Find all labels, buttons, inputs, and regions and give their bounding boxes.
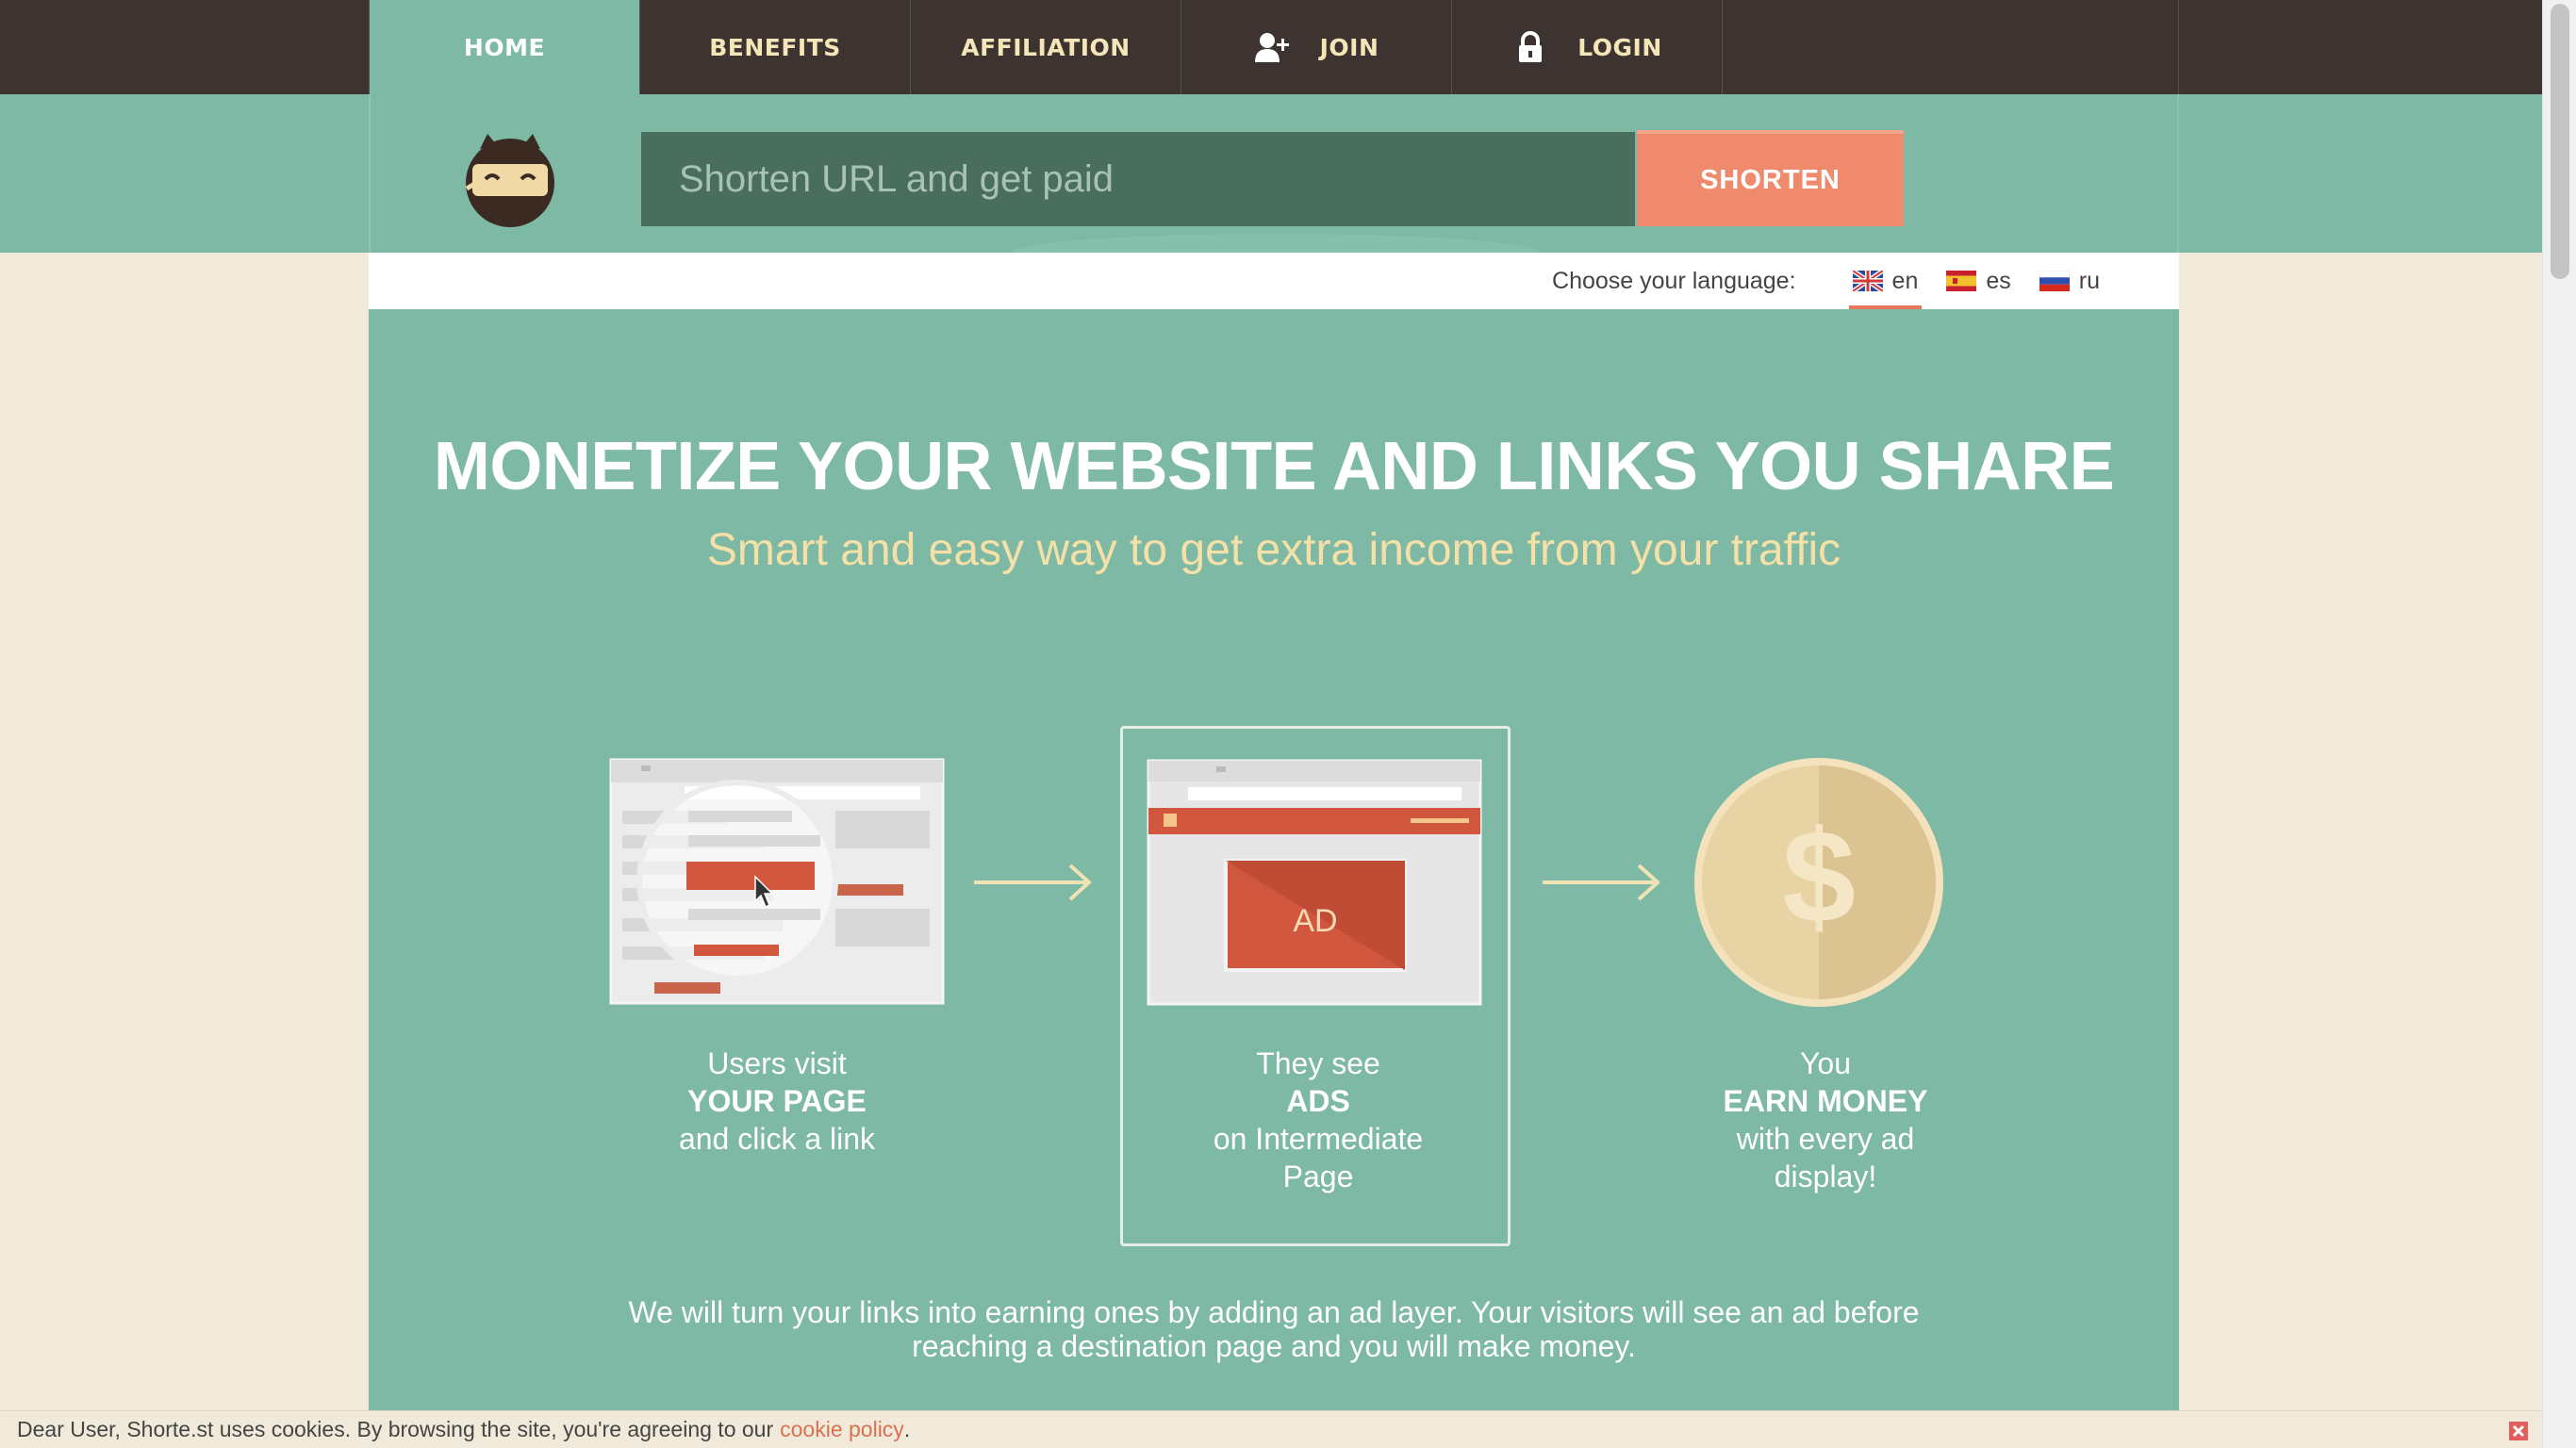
caption-line: with every ad xyxy=(1736,1122,1915,1156)
nav-item-label: HOME xyxy=(463,33,546,61)
language-option-en[interactable]: en xyxy=(1848,253,1923,309)
language-bar: Choose your language: en es ru xyxy=(369,253,2179,309)
caption-line: Users visit xyxy=(707,1046,847,1080)
caption-strong: ADS xyxy=(1286,1084,1350,1118)
caption-line: display! xyxy=(1774,1160,1877,1193)
close-icon[interactable] xyxy=(2508,1421,2529,1441)
browser-ad-illustration: AD xyxy=(1147,759,1482,1006)
hero-subtitle: Smart and easy way to get extra income f… xyxy=(706,525,1841,575)
lock-icon xyxy=(1511,28,1549,66)
coin-symbol: $ xyxy=(1782,802,1856,950)
language-option-es[interactable]: es xyxy=(1942,253,2014,309)
nav-item-label: JOIN xyxy=(1319,33,1379,61)
page-container: HOME BENEFITS AFFILIATION JOIN LOGIN Sho… xyxy=(369,0,2179,1410)
caption-line: on Intermediate xyxy=(1213,1122,1424,1156)
language-label: Choose your language: xyxy=(1552,267,1796,294)
shorten-button[interactable]: SHORTEN xyxy=(1637,130,1904,226)
cookie-text: Dear User, Shorte.st uses cookies. By br… xyxy=(17,1417,774,1441)
cookie-notice: Dear User, Shorte.st uses cookies. By br… xyxy=(0,1410,2542,1448)
description-text: We will turn your links into earning one… xyxy=(628,1295,1920,1363)
cookie-suffix: . xyxy=(903,1417,911,1441)
hero-title: MONETIZE YOUR WEBSITE AND LINKS YOU SHAR… xyxy=(433,429,2115,504)
caption-line: Page xyxy=(1282,1160,1354,1193)
nav-item-label: BENEFITS xyxy=(709,33,841,61)
caption-strong: EARN MONEY xyxy=(1723,1084,1928,1118)
vertical-scrollbar[interactable] xyxy=(2542,0,2576,1448)
ninja-logo-icon[interactable] xyxy=(463,130,557,228)
dollar-coin-icon: $ xyxy=(1693,756,1945,1009)
caption-line: and click a link xyxy=(678,1122,876,1156)
nav-item-benefits[interactable]: BENEFITS xyxy=(640,0,911,94)
ad-label: AD xyxy=(1293,903,1337,939)
nav-item-join[interactable]: JOIN xyxy=(1181,0,1452,94)
nav-item-label: LOGIN xyxy=(1577,33,1662,61)
nav-item-login[interactable]: LOGIN xyxy=(1452,0,1723,94)
nav-item-label: AFFILIATION xyxy=(961,33,1131,61)
language-option-ru[interactable]: ru xyxy=(2036,253,2104,309)
spain-flag-icon xyxy=(1946,271,1977,291)
nav-item-affiliation[interactable]: AFFILIATION xyxy=(911,0,1181,94)
language-code: en xyxy=(1891,267,1919,294)
language-code: es xyxy=(1986,267,2011,294)
add-user-icon xyxy=(1254,28,1292,66)
hero-section: MONETIZE YOUR WEBSITE AND LINKS YOU SHAR… xyxy=(369,309,2179,1410)
scrollbar-thumb[interactable] xyxy=(2551,4,2569,279)
shortener-header: SHORTEN xyxy=(369,94,2179,272)
caption-strong: YOUR PAGE xyxy=(687,1084,867,1118)
url-input[interactable] xyxy=(641,132,1635,226)
russia-flag-icon xyxy=(2039,270,2071,291)
caption-line: You xyxy=(1800,1046,1851,1080)
arrow-right-icon xyxy=(972,862,1095,903)
arrow-right-icon xyxy=(1541,862,1663,903)
language-code: ru xyxy=(2078,267,2100,294)
browser-magnifier-illustration xyxy=(609,758,945,1005)
step-caption-1: Users visit YOUR PAGE and click a link xyxy=(579,1045,975,1158)
step-caption-3: You EARN MONEY with every ad display! xyxy=(1627,1045,2023,1195)
uk-flag-icon xyxy=(1851,268,1884,294)
nav-item-home[interactable]: HOME xyxy=(370,0,640,94)
main-nav: HOME BENEFITS AFFILIATION JOIN LOGIN xyxy=(369,0,2179,94)
step-caption-2: They see ADS on Intermediate Page xyxy=(1120,1045,1516,1195)
cookie-policy-link[interactable]: cookie policy xyxy=(780,1417,904,1442)
caption-line: They see xyxy=(1256,1046,1380,1080)
